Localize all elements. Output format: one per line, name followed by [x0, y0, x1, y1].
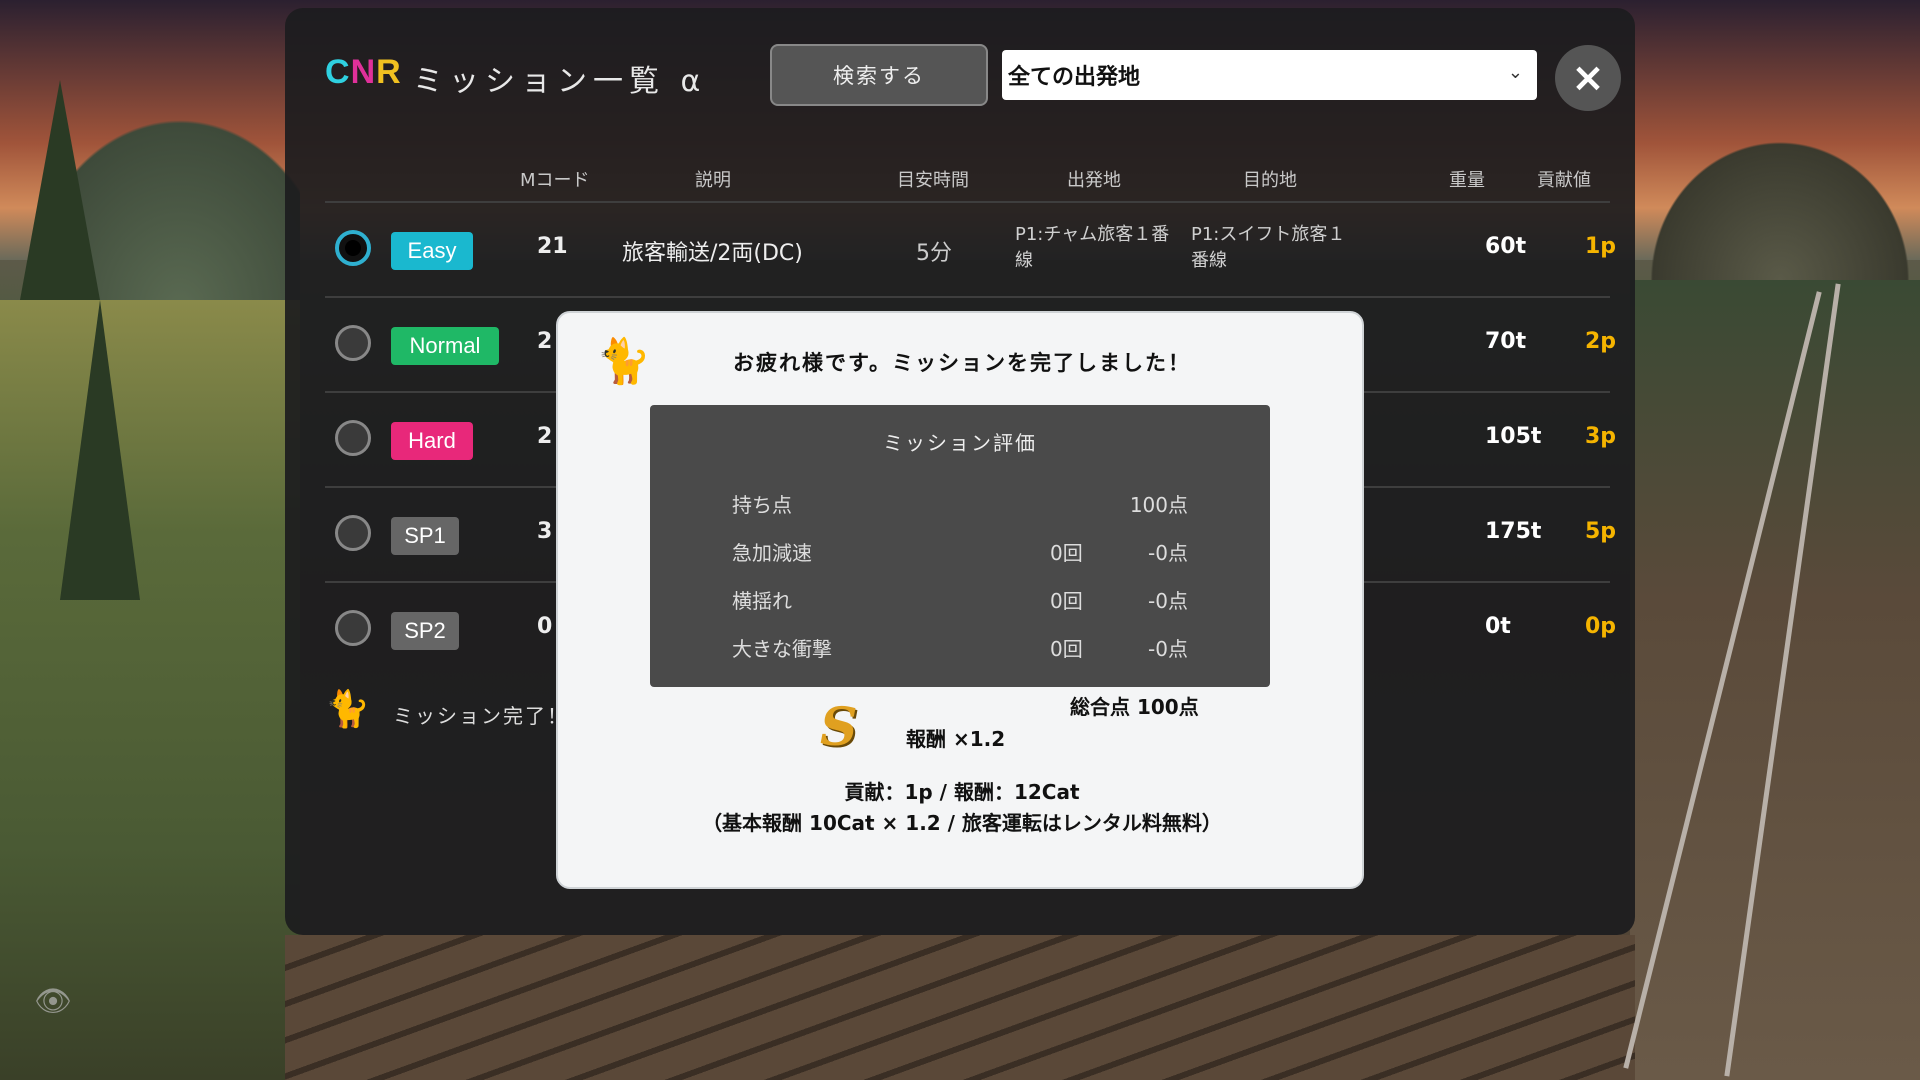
difficulty-badge: Normal — [391, 327, 499, 365]
eval-count: 0回 — [1050, 637, 1083, 661]
tree — [20, 80, 100, 300]
cat-icon: 🐈 — [325, 689, 370, 730]
col-header-time: 目安時間 — [897, 170, 969, 191]
eval-count: 0回 — [1050, 589, 1083, 613]
eval-points: -0点 — [1148, 637, 1188, 661]
mission-points: 1p — [1585, 234, 1617, 259]
page-title: ミッション一覧 α — [413, 64, 707, 99]
table-row[interactable]: Easy 21 旅客輸送/2両(DC) 5分 P1:チャム旅客１番線 P1:スイ… — [325, 206, 1616, 300]
col-header-mcode: Mコード — [520, 170, 590, 191]
summary-line: （基本報酬 10Cat × 1.2 / 旅客運転はレンタル料無料） — [702, 811, 1222, 835]
eval-row: 横揺れ 0回 -0点 — [650, 585, 1270, 615]
cnr-logo: CNR — [325, 53, 402, 92]
mission-points: 5p — [1585, 519, 1617, 544]
mission-weight: 175t — [1485, 519, 1542, 544]
dialog-title: お疲れ様です。ミッションを完了しました！ — [733, 351, 1191, 375]
difficulty-badge: Hard — [391, 422, 473, 460]
reward-summary: 貢献：1p / 報酬：12Cat （基本報酬 10Cat × 1.2 / 旅客運… — [558, 777, 1366, 839]
eval-count: 0回 — [1050, 541, 1083, 565]
mission-code: 2 — [537, 424, 553, 449]
eval-row: 持ち点 100点 — [650, 489, 1270, 519]
row-radio[interactable] — [335, 515, 371, 551]
search-button[interactable]: 検索する — [770, 44, 988, 106]
total-score: 総合点 100点 — [1070, 695, 1199, 719]
difficulty-badge: SP1 — [391, 517, 459, 555]
row-radio[interactable] — [335, 420, 371, 456]
col-header-weight: 重量 — [1449, 170, 1485, 191]
status-text: ミッション完了！ — [393, 704, 569, 728]
eval-row: 大きな衝撃 0回 -0点 — [650, 633, 1270, 663]
mission-code: 21 — [537, 234, 568, 259]
mission-origin: P1:チャム旅客１番線 — [1015, 224, 1170, 271]
eval-points: -0点 — [1148, 589, 1188, 613]
tree — [60, 300, 140, 600]
eval-label: 急加減速 — [732, 541, 812, 565]
mission-code: 0 — [537, 614, 553, 639]
eval-points: -0点 — [1148, 541, 1188, 565]
eval-row: 急加減速 0回 -0点 — [650, 537, 1270, 567]
grass-field-left — [0, 300, 300, 1080]
mission-points: 0p — [1585, 614, 1617, 639]
reward-multiplier: 報酬 ×1.2 — [906, 727, 1006, 751]
col-header-origin: 出発地 — [1067, 170, 1121, 191]
origin-select-value: 全ての出発地 — [1008, 65, 1141, 90]
mission-points: 2p — [1585, 329, 1617, 354]
col-header-dest: 目的地 — [1243, 170, 1297, 191]
row-radio-selected[interactable] — [335, 230, 371, 266]
col-header-desc: 説明 — [695, 170, 731, 191]
mission-weight: 60t — [1485, 234, 1527, 259]
eval-label: 横揺れ — [732, 589, 792, 613]
divider — [325, 201, 1610, 203]
mission-dest: P1:スイフト旅客１番線 — [1191, 224, 1346, 271]
mission-weight: 0t — [1485, 614, 1511, 639]
mission-complete-dialog: 🐈 お疲れ様です。ミッションを完了しました！ ミッション評価 持ち点 100点 … — [556, 311, 1364, 889]
mission-code: 3 — [537, 519, 553, 544]
hide-ui-eye-icon[interactable]: 👁 — [34, 984, 90, 1020]
mission-desc: 旅客輸送/2両(DC) — [622, 241, 803, 266]
eval-label: 大きな衝撃 — [732, 637, 832, 661]
eval-points: 100点 — [1129, 493, 1188, 517]
col-header-points: 貢献値 — [1537, 170, 1591, 191]
chevron-down-icon: ⌄ — [1507, 62, 1523, 83]
origin-select[interactable]: 全ての出発地 ⌄ — [1002, 50, 1537, 100]
row-radio[interactable] — [335, 610, 371, 646]
mission-weight: 70t — [1485, 329, 1527, 354]
mission-weight: 105t — [1485, 424, 1542, 449]
difficulty-badge: SP2 — [391, 612, 459, 650]
difficulty-badge: Easy — [391, 232, 473, 270]
row-radio[interactable] — [335, 325, 371, 361]
railway-ties — [285, 935, 1635, 1080]
summary-line: 貢献：1p / 報酬：12Cat — [844, 780, 1080, 804]
eval-title: ミッション評価 — [883, 431, 1037, 455]
mission-points: 3p — [1585, 424, 1617, 449]
mission-code: 2 — [537, 329, 553, 354]
logo-letter: C — [325, 53, 351, 91]
logo-letter: R — [376, 53, 402, 91]
logo-letter: N — [350, 53, 377, 91]
divider — [325, 296, 1610, 298]
mission-time: 5分 — [916, 241, 952, 266]
mission-eval-box: ミッション評価 持ち点 100点 急加減速 0回 -0点 横揺れ 0回 -0点 … — [650, 405, 1270, 687]
eval-label: 持ち点 — [732, 493, 792, 517]
close-icon[interactable]: × — [1555, 45, 1621, 111]
ground-right — [1630, 280, 1920, 1080]
grade-s-icon: S — [820, 697, 858, 758]
mountain-right — [1630, 120, 1920, 280]
